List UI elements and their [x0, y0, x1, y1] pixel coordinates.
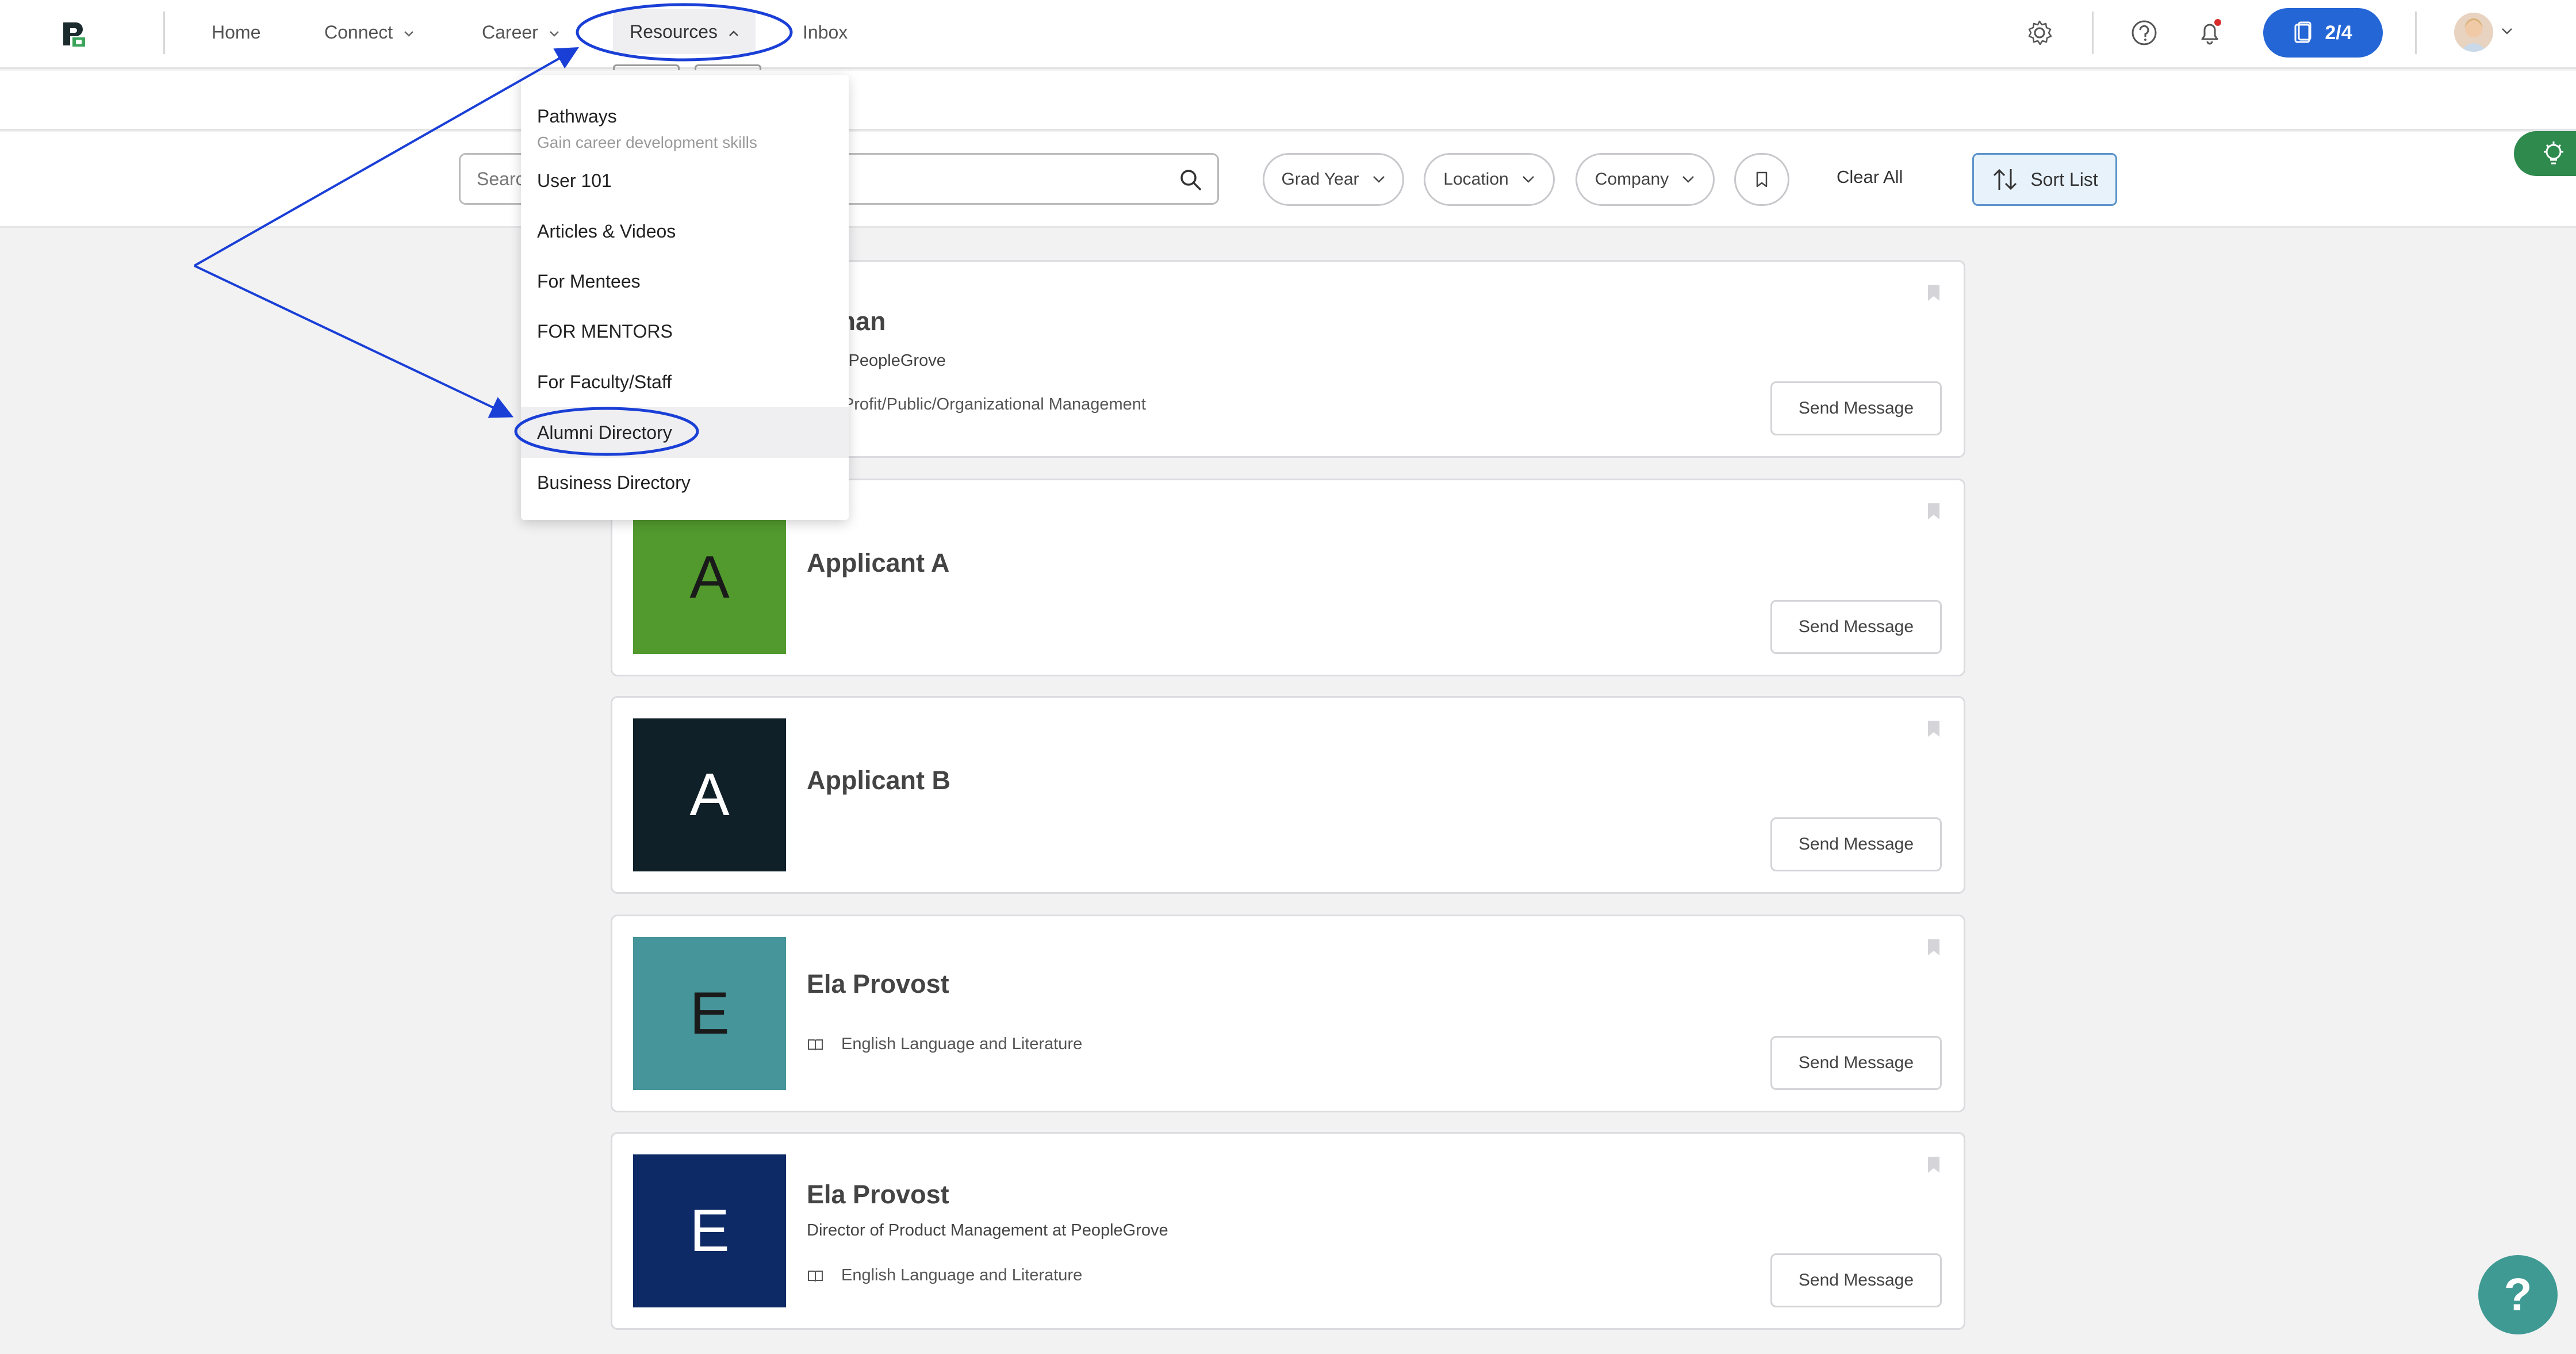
bookmark-icon[interactable]: [1927, 1156, 1941, 1174]
profile-name[interactable]: Applicant B: [807, 766, 950, 795]
book-icon: [808, 1039, 823, 1050]
send-message-button[interactable]: Send Message: [1770, 1253, 1942, 1307]
bell-icon[interactable]: [2193, 16, 2226, 49]
annotation-arrow-down: [194, 265, 514, 418]
menu-item-description: Gain career development skills: [537, 133, 757, 151]
company-label: Company: [1594, 170, 1669, 189]
bookmark-icon[interactable]: [1927, 284, 1941, 302]
menu-item-alumni-directory[interactable]: Alumni Directory: [521, 407, 849, 458]
profile-name[interactable]: Applicant A: [807, 548, 949, 578]
resources-dropdown-menu: Pathways Gain career development skills …: [521, 75, 849, 520]
divider: [2415, 12, 2417, 54]
send-message-button[interactable]: Send Message: [1770, 1036, 1942, 1090]
peoplegrove-logo-icon[interactable]: [57, 18, 90, 50]
divider: [2092, 12, 2094, 54]
sort-list-label: Sort List: [2030, 169, 2098, 190]
menu-item-articles-videos[interactable]: Articles & Videos: [521, 206, 849, 257]
chevron-down-icon: [549, 30, 559, 37]
chevron-down-icon: [1373, 176, 1385, 183]
nav-resources[interactable]: Resources: [613, 9, 756, 54]
nav-career[interactable]: Career: [482, 21, 559, 44]
nav-home[interactable]: Home: [212, 21, 260, 44]
bookmark-icon[interactable]: [1927, 720, 1941, 738]
chevron-down-icon[interactable]: [2501, 28, 2513, 36]
menu-item-user-101[interactable]: User 101: [521, 155, 849, 206]
nav-connect-label: Connect: [324, 22, 393, 43]
filter-bar: Search Grad Year Location Company Clear …: [0, 132, 2576, 228]
profile-major-text: English Language and Literature: [841, 1035, 1083, 1053]
menu-item-business-directory[interactable]: Business Directory: [521, 457, 849, 508]
sort-list-button[interactable]: Sort List: [1972, 153, 2117, 206]
help-chat-button[interactable]: ?: [2478, 1255, 2558, 1334]
top-navigation: Home Connect Career Resources Inbox 2/4: [0, 0, 2576, 69]
profile-detail-text: Non-Profit/Public/Organizational Managem…: [807, 395, 1146, 414]
grad-year-label: Grad Year: [1281, 170, 1359, 189]
sub-navigation-bar: [0, 71, 2576, 131]
bookmark-icon: [1756, 171, 1768, 188]
user-photo-icon: [2460, 18, 2487, 52]
profile-major: English Language and Literature: [807, 1266, 1082, 1285]
location-label: Location: [1443, 170, 1509, 189]
clipboard-icon: [2294, 21, 2312, 43]
profile-card[interactable]: E Ela Provost English Language and Liter…: [611, 915, 1965, 1112]
profile-name[interactable]: Ela Provost: [807, 969, 949, 999]
avatar[interactable]: A: [633, 501, 786, 654]
avatar[interactable]: [2454, 13, 2493, 52]
menu-item-for-mentees[interactable]: For Mentees: [521, 256, 849, 307]
send-message-button[interactable]: Send Message: [1770, 817, 1942, 871]
sub-tab[interactable]: [613, 64, 680, 70]
chevron-down-icon: [404, 30, 413, 37]
profile-name[interactable]: Ela Provost: [807, 1180, 949, 1210]
avatar[interactable]: E: [633, 937, 786, 1090]
profile-major: English Language and Literature: [807, 1035, 1082, 1054]
grad-year-filter[interactable]: Grad Year: [1263, 153, 1404, 206]
nav-career-label: Career: [482, 22, 538, 43]
onboarding-progress-button[interactable]: 2/4: [2263, 8, 2383, 58]
profile-detail: Non-Profit/Public/Organizational Managem…: [807, 395, 1146, 414]
chevron-down-icon: [1682, 176, 1695, 183]
bookmark-filter-button[interactable]: [1734, 153, 1789, 206]
bookmark-icon[interactable]: [1927, 938, 1941, 957]
progress-label: 2/4: [2325, 21, 2352, 44]
menu-item-pathways[interactable]: Pathways Gain career development skills: [521, 83, 849, 153]
nav-resources-label: Resources: [630, 21, 718, 42]
company-filter[interactable]: Company: [1575, 153, 1715, 206]
lightbulb-gear-icon: [2544, 141, 2563, 165]
location-filter[interactable]: Location: [1424, 153, 1555, 206]
search-icon[interactable]: [1177, 166, 1205, 194]
send-message-button[interactable]: Send Message: [1770, 600, 1942, 654]
book-icon: [808, 1270, 823, 1282]
menu-item-for-mentors[interactable]: FOR MENTORS: [521, 306, 849, 357]
gear-icon[interactable]: [2023, 16, 2056, 49]
nav-connect[interactable]: Connect: [324, 21, 414, 44]
help-circle-icon[interactable]: [2128, 16, 2161, 49]
avatar[interactable]: E: [633, 1154, 786, 1307]
chevron-down-icon: [1522, 176, 1534, 183]
profile-title: Director of Product Management at People…: [807, 1221, 1168, 1240]
send-message-button[interactable]: Send Message: [1770, 381, 1942, 435]
sort-arrows-icon: [1994, 169, 2017, 190]
nav-inbox[interactable]: Inbox: [803, 21, 848, 44]
chevron-up-icon: [729, 30, 738, 36]
avatar[interactable]: A: [633, 718, 786, 871]
profile-card[interactable]: E Ela Provost Director of Product Manage…: [611, 1132, 1965, 1330]
clear-all-button[interactable]: Clear All: [1837, 167, 1903, 188]
profile-major-text: English Language and Literature: [841, 1266, 1083, 1284]
side-feedback-tab[interactable]: [2514, 131, 2576, 176]
divider: [163, 12, 165, 54]
sub-tab[interactable]: [695, 64, 761, 70]
menu-item-label: Pathways: [537, 106, 617, 127]
bookmark-icon[interactable]: [1927, 502, 1941, 521]
profile-card[interactable]: A Applicant B Send Message: [611, 696, 1965, 894]
menu-item-for-faculty-staff[interactable]: For Faculty/Staff: [521, 357, 849, 407]
